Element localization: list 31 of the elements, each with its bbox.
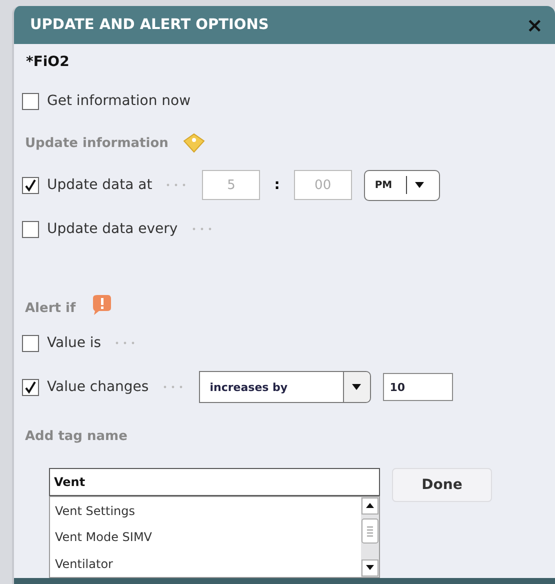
scrollbar[interactable]	[361, 497, 379, 578]
checkbox[interactable]	[22, 176, 39, 194]
checkbox[interactable]	[22, 334, 39, 352]
checkbox[interactable]	[22, 220, 39, 238]
parameter-name: *FiO2	[25, 53, 70, 72]
caret-icon	[352, 384, 362, 390]
dialog-title: UPDATE AND ALERT OPTIONS	[30, 17, 269, 34]
done-button[interactable]: Done	[392, 468, 492, 502]
section-heading: Alert if	[24, 301, 76, 316]
option-label: Value changes	[47, 379, 149, 396]
leader-dots	[162, 385, 185, 390]
condition-dropdown[interactable]: increases by	[198, 371, 371, 404]
option-label: Get information now	[47, 93, 191, 110]
period-dropdown[interactable]: PM	[364, 170, 440, 201]
amount-field[interactable]: 10	[382, 373, 453, 402]
checkbox[interactable]	[22, 92, 39, 110]
close-button[interactable]: ×	[526, 15, 543, 36]
time-separator: :	[274, 177, 280, 194]
section-heading: Update information	[24, 136, 168, 151]
tag-icon	[182, 133, 206, 154]
leader-dots	[192, 227, 214, 232]
caret-icon	[415, 182, 424, 188]
option-label: Update data every	[47, 221, 178, 238]
checkbox[interactable]	[22, 378, 39, 396]
suggestion-item[interactable]: Vent Settings	[50, 497, 361, 524]
tag-name-field[interactable]: Vent	[49, 468, 380, 496]
suggestion-item[interactable]: Vent Mode SIMV	[50, 524, 361, 551]
section-heading: Add tag name	[24, 428, 128, 444]
option-label: Update data at	[47, 177, 152, 194]
option-label: Value is	[47, 335, 102, 352]
suggestion-item[interactable]: Ventilator	[50, 550, 361, 578]
